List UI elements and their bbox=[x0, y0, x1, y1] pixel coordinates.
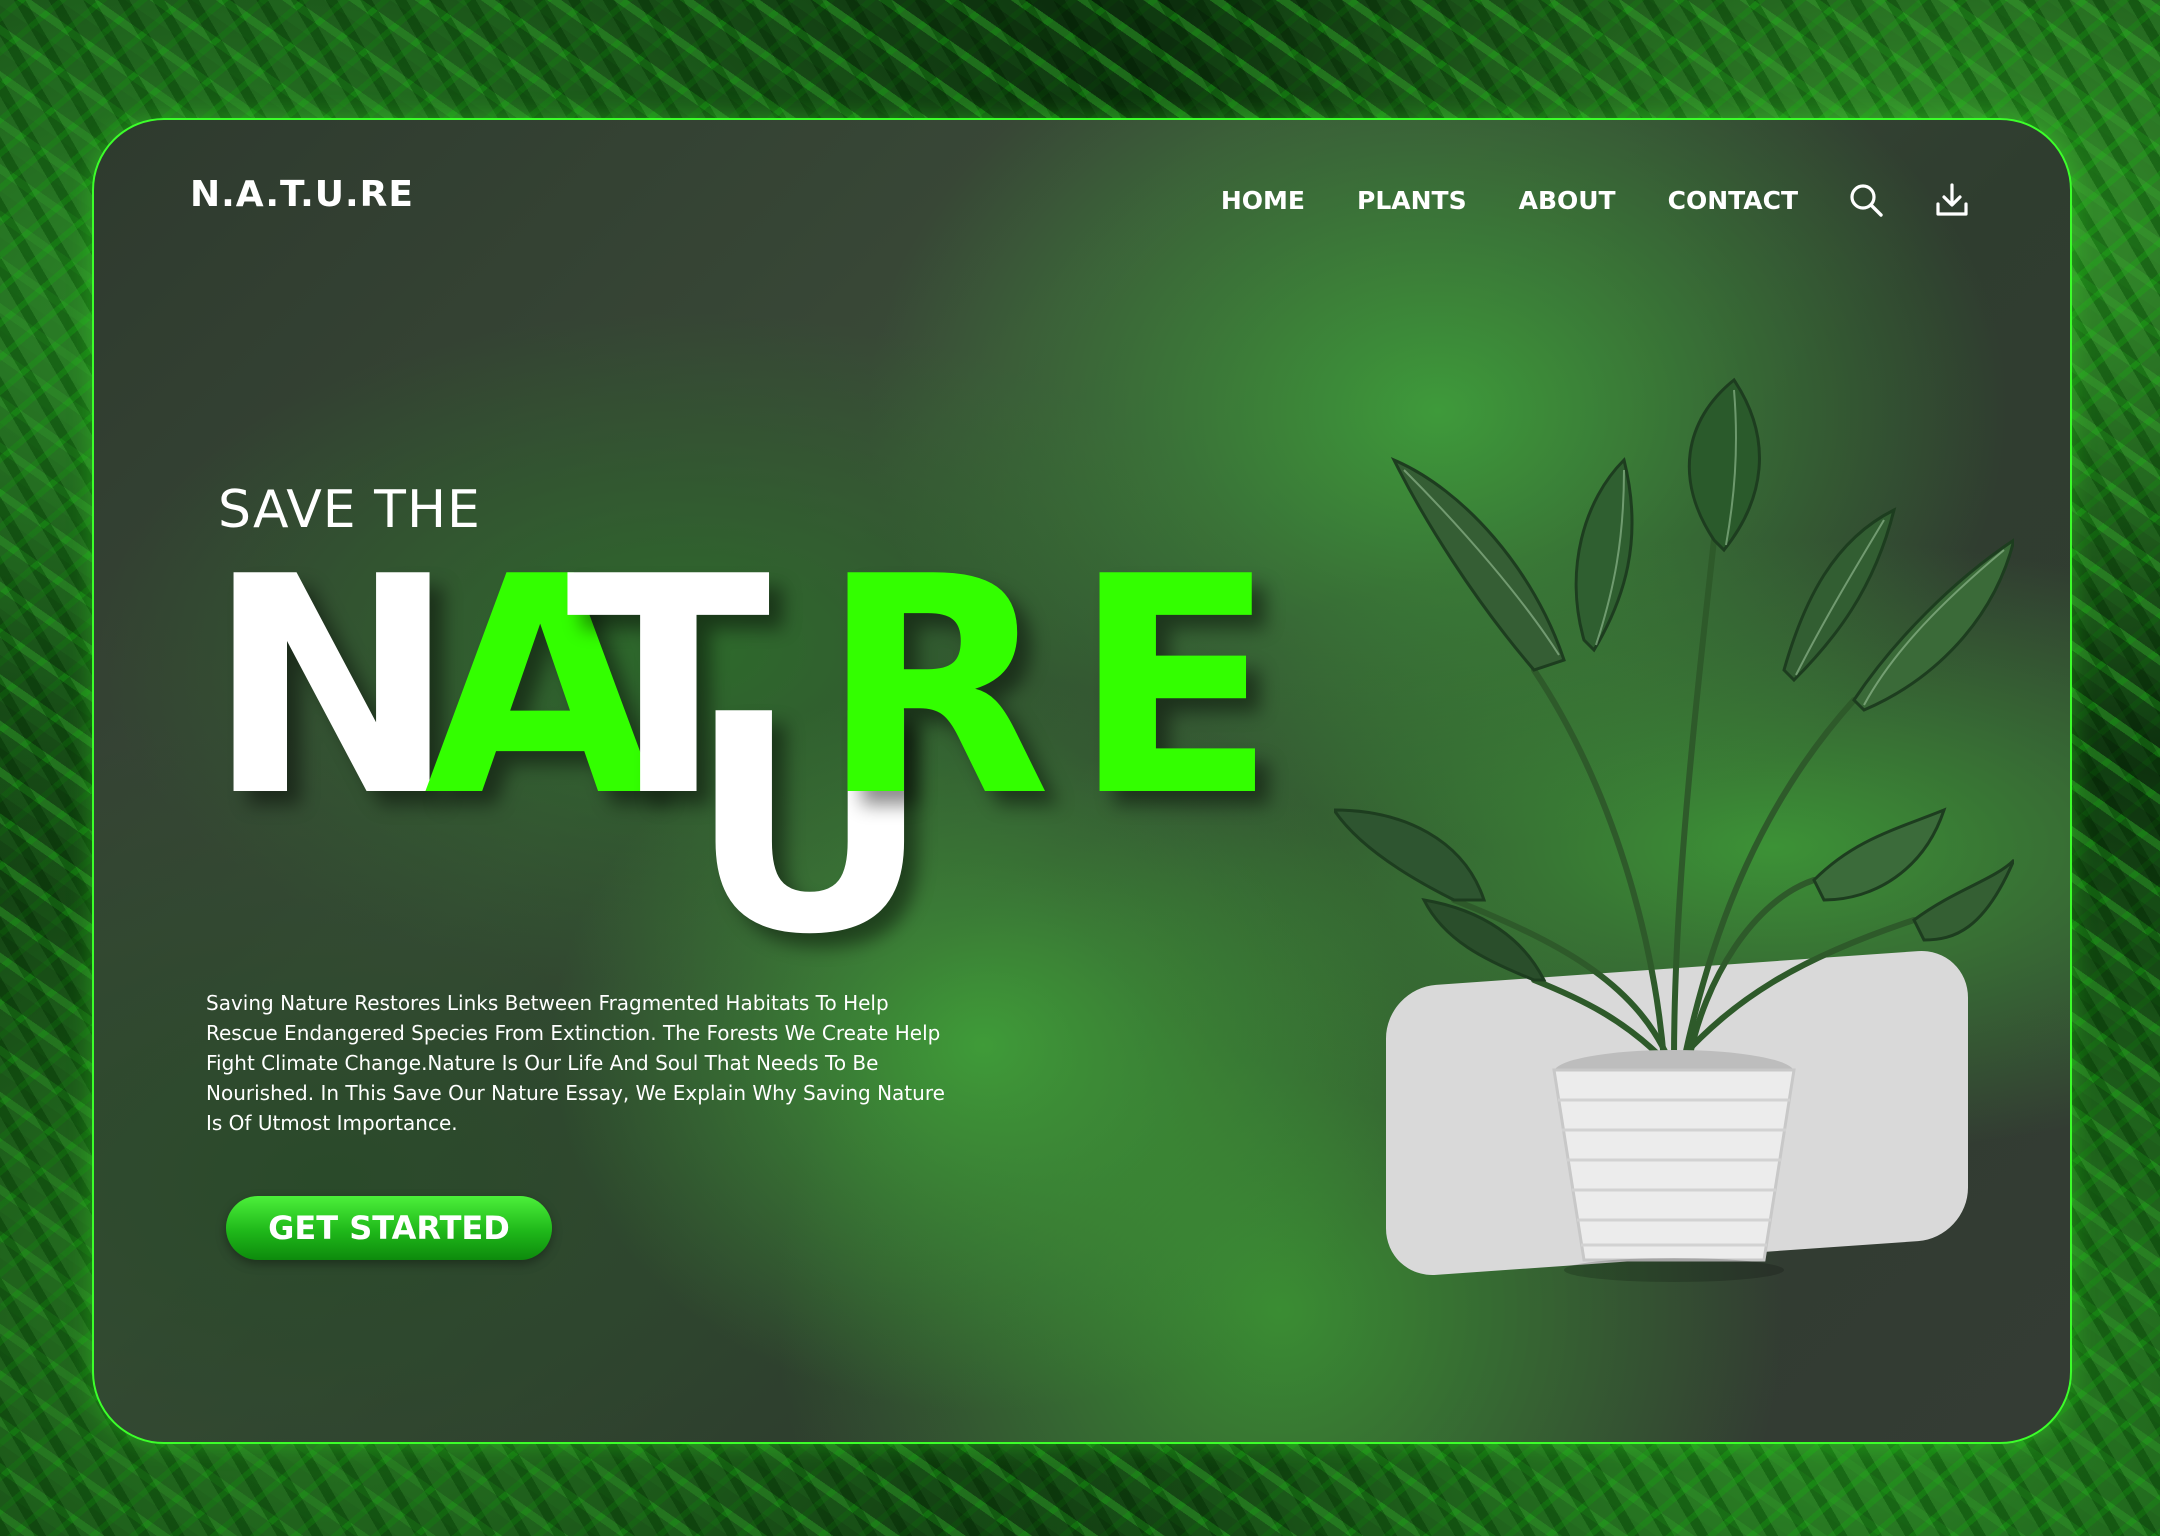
search-icon[interactable] bbox=[1848, 182, 1884, 218]
download-icon[interactable] bbox=[1934, 182, 1970, 218]
headline-letter-r: R bbox=[820, 513, 1051, 862]
headline-letter-n: N bbox=[206, 513, 457, 862]
get-started-button[interactable]: GET STARTED bbox=[226, 1196, 552, 1260]
headline-letter-e: E bbox=[1072, 513, 1277, 862]
nav-home[interactable]: HOME bbox=[1221, 186, 1305, 215]
nav-plants[interactable]: PLANTS bbox=[1357, 186, 1467, 215]
nav-about[interactable]: ABOUT bbox=[1519, 186, 1616, 215]
nav-contact[interactable]: CONTACT bbox=[1668, 186, 1798, 215]
top-nav: HOME PLANTS ABOUT CONTACT bbox=[1169, 182, 1970, 218]
brand-logo[interactable]: N.A.T.U.RE bbox=[190, 174, 414, 215]
potted-plant-image bbox=[1334, 377, 2014, 1282]
hero-card: N.A.T.U.RE HOME PLANTS ABOUT CONTACT SAV… bbox=[92, 118, 2072, 1444]
hero-description: Saving Nature Restores Links Between Fra… bbox=[206, 991, 945, 1135]
